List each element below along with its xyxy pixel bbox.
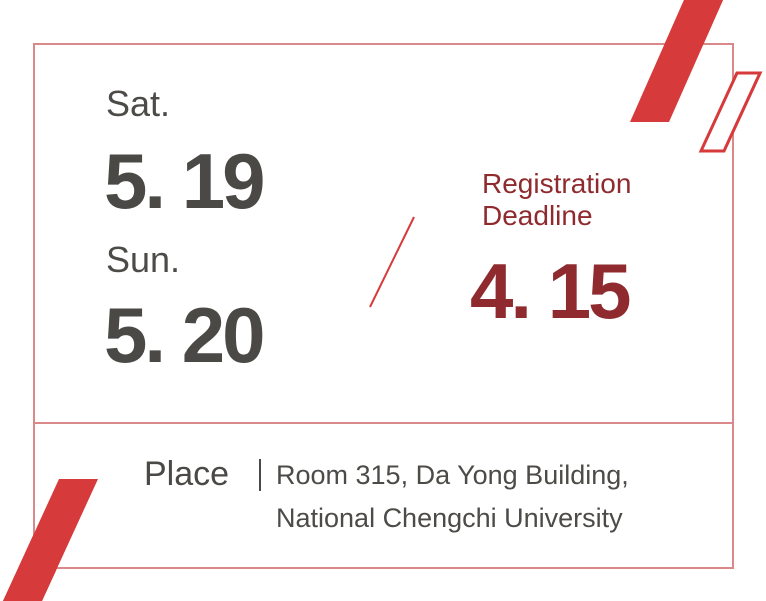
date-sunday: 5. 20 <box>104 291 265 379</box>
date-saturday: 5. 19 <box>104 137 265 225</box>
registration-label-line2: Deadline <box>482 200 593 231</box>
registration-deadline-date: 4. 15 <box>470 247 631 335</box>
red-slash-bottom-left-overlay <box>3 479 98 601</box>
red-slash-top-right-overlay <box>630 0 723 122</box>
outlined-slash-top-right-overlay <box>698 71 763 153</box>
section-divider <box>33 422 734 424</box>
place-separator <box>259 459 261 491</box>
diagonal-separator <box>369 216 415 308</box>
place-address-line2: National Chengchi University <box>276 503 623 533</box>
day-label-sunday: Sun. <box>106 239 181 280</box>
day-label-saturday: Sat. <box>106 83 171 124</box>
registration-label-line1: Registration <box>482 168 632 199</box>
place-label: Place <box>144 455 230 493</box>
place-address-line1: Room 315, Da Yong Building, <box>276 460 629 490</box>
